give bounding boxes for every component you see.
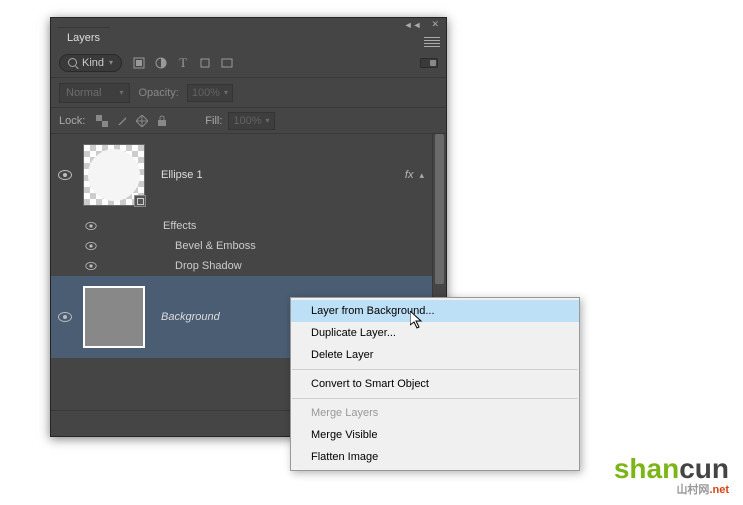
blend-mode-value: Normal	[66, 87, 101, 99]
watermark-text: shan	[614, 453, 679, 484]
chevron-down-icon: ▾	[266, 116, 270, 125]
opacity-label: Opacity:	[138, 87, 178, 99]
watermark-sub: 山村网	[676, 484, 709, 496]
effect-bevel-row[interactable]: Bevel & Emboss	[51, 236, 432, 256]
fill-label: Fill:	[205, 115, 222, 127]
lock-pixels-icon[interactable]	[115, 114, 129, 128]
menu-merge-visible[interactable]: Merge Visible	[291, 424, 579, 446]
filter-pixel-icon[interactable]	[132, 56, 146, 70]
filter-toggle[interactable]	[420, 58, 438, 68]
effect-shadow-label: Drop Shadow	[175, 260, 242, 272]
lock-row: Lock: Fill: 100% ▾	[51, 108, 446, 134]
effects-row[interactable]: Effects	[51, 216, 432, 236]
menu-delete-layer[interactable]: Delete Layer	[291, 344, 579, 366]
blend-row: Normal ▾ Opacity: 100% ▾	[51, 78, 446, 108]
effects-label: Effects	[163, 220, 196, 232]
opacity-value: 100%	[192, 87, 220, 99]
lock-transparent-icon[interactable]	[95, 114, 109, 128]
filter-kind-select[interactable]: Kind ▾	[59, 54, 122, 72]
menu-separator	[292, 369, 578, 370]
lock-label: Lock:	[59, 115, 85, 127]
layer-ellipse[interactable]: Ellipse 1 fx ▴	[51, 134, 432, 216]
chevron-down-icon: ▾	[224, 88, 228, 97]
effect-bevel-label: Bevel & Emboss	[175, 240, 256, 252]
filter-adjustment-icon[interactable]	[154, 56, 168, 70]
menu-convert-smart-object[interactable]: Convert to Smart Object	[291, 373, 579, 395]
scrollbar-thumb[interactable]	[435, 134, 444, 284]
panel-header-bar: ◄◄ ✕	[51, 18, 446, 26]
panel-tab-bar: Layers	[51, 26, 446, 48]
visibility-icon[interactable]	[58, 312, 72, 322]
effect-shadow-row[interactable]: Drop Shadow	[51, 256, 432, 276]
watermark: shancun 山村网.net	[614, 453, 729, 497]
layers-tab[interactable]: Layers	[57, 27, 110, 48]
chevron-up-icon[interactable]: ▴	[419, 170, 424, 181]
close-icon[interactable]: ✕	[428, 18, 442, 31]
lock-all-icon[interactable]	[155, 114, 169, 128]
shape-badge-icon	[134, 195, 146, 207]
menu-separator	[292, 398, 578, 399]
blend-mode-select[interactable]: Normal ▾	[59, 83, 130, 103]
filter-shape-icon[interactable]	[198, 56, 212, 70]
filter-type-icon[interactable]: T	[176, 56, 190, 70]
menu-duplicate-layer[interactable]: Duplicate Layer...	[291, 322, 579, 344]
chevron-down-icon: ▾	[109, 58, 113, 67]
layer-thumbnail[interactable]	[83, 286, 145, 348]
menu-layer-from-background[interactable]: Layer from Background...	[291, 300, 579, 322]
visibility-icon[interactable]	[58, 170, 72, 180]
fx-indicator[interactable]: fx	[405, 169, 414, 181]
filter-row: Kind ▾ T	[51, 48, 446, 78]
watermark-text: cun	[679, 453, 729, 484]
watermark-net: .net	[709, 484, 729, 496]
fill-value: 100%	[233, 115, 261, 127]
menu-merge-layers: Merge Layers	[291, 402, 579, 424]
chevron-down-icon: ▾	[119, 88, 123, 97]
search-icon	[68, 58, 77, 67]
panel-menu-icon[interactable]	[424, 36, 440, 48]
collapse-icon[interactable]: ◄◄	[401, 19, 425, 31]
filter-kind-label: Kind	[82, 57, 104, 69]
visibility-icon[interactable]	[85, 242, 96, 250]
layer-thumbnail[interactable]	[83, 144, 145, 206]
visibility-icon[interactable]	[85, 262, 96, 270]
layer-name[interactable]: Ellipse 1	[161, 169, 405, 181]
opacity-input[interactable]: 100% ▾	[187, 84, 233, 102]
context-menu: Layer from Background... Duplicate Layer…	[290, 297, 580, 471]
filter-smart-icon[interactable]	[220, 56, 234, 70]
lock-position-icon[interactable]	[135, 114, 149, 128]
menu-flatten-image[interactable]: Flatten Image	[291, 446, 579, 468]
fill-input[interactable]: 100% ▾	[228, 112, 274, 130]
visibility-icon[interactable]	[85, 222, 96, 230]
